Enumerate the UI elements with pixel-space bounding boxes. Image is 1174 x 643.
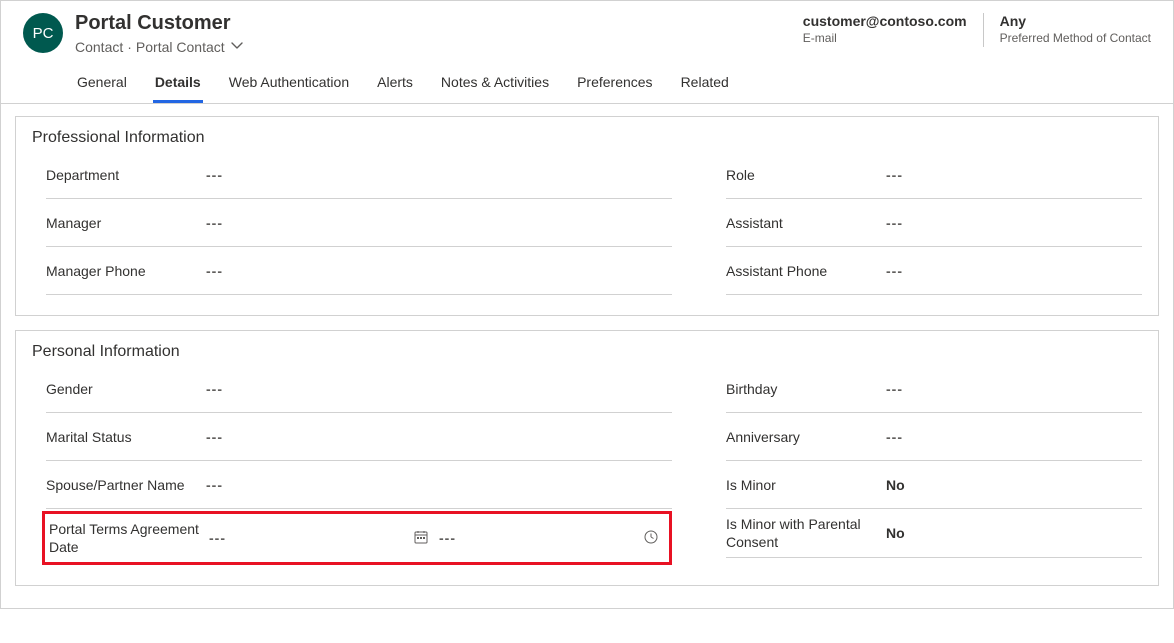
date-part[interactable]: --- [209,529,429,548]
field-anniversary[interactable]: Anniversary --- [726,413,1142,461]
field-is-minor[interactable]: Is Minor No [726,461,1142,509]
header-contact-method-value: Any [1000,13,1151,29]
tab-list: General Details Web Authentication Alert… [75,56,731,103]
clock-icon[interactable] [643,529,659,548]
field-birthday[interactable]: Birthday --- [726,365,1142,413]
field-label: Anniversary [726,428,886,446]
tab-web-authentication[interactable]: Web Authentication [227,70,351,103]
header-email-value: customer@contoso.com [803,13,967,29]
field-value[interactable]: --- [206,167,672,183]
field-value[interactable]: --- [206,215,672,231]
field-gender[interactable]: Gender --- [46,365,672,413]
field-label: Birthday [726,380,886,398]
field-label: Is Minor [726,476,886,494]
field-is-minor-with-parental-consent[interactable]: Is Minor with Parental Consent No [726,509,1142,558]
field-manager-phone[interactable]: Manager Phone --- [46,247,672,295]
field-label: Role [726,166,886,184]
field-manager[interactable]: Manager --- [46,199,672,247]
avatar: PC [23,13,63,53]
field-value[interactable]: --- [886,429,1142,445]
field-value[interactable]: --- [886,381,1142,397]
field-value[interactable]: --- [886,263,1142,279]
form-body: Professional Information Department --- … [1,104,1173,608]
field-label: Assistant [726,214,886,232]
tab-related[interactable]: Related [679,70,731,103]
section-title: Professional Information [32,129,1142,147]
calendar-icon[interactable] [413,529,429,548]
header-contact-method[interactable]: Any Preferred Method of Contact [1000,13,1151,45]
field-label: Spouse/Partner Name [46,476,206,494]
header-email[interactable]: customer@contoso.com E-mail [803,13,967,45]
field-spouse-partner-name[interactable]: Spouse/Partner Name --- [46,461,672,509]
field-label: Gender [46,380,206,398]
tab-notes-activities[interactable]: Notes & Activities [439,70,551,103]
field-value[interactable]: No [886,525,1142,541]
time-value: --- [439,530,456,546]
header-email-label: E-mail [803,31,967,45]
section-personal-information: Personal Information Gender --- Marital … [15,330,1159,586]
tab-details[interactable]: Details [153,70,203,103]
record-title: Portal Customer [75,11,731,35]
field-value[interactable]: --- [206,381,672,397]
field-assistant[interactable]: Assistant --- [726,199,1142,247]
field-marital-status[interactable]: Marital Status --- [46,413,672,461]
header-contact-method-label: Preferred Method of Contact [1000,31,1151,45]
field-value[interactable]: --- [886,167,1142,183]
field-value[interactable]: --- [206,263,672,279]
time-part[interactable]: --- [439,529,659,548]
tab-general[interactable]: General [75,70,129,103]
field-portal-terms-agreement-date[interactable]: Portal Terms Agreement Date --- --- [42,511,672,565]
chevron-down-icon[interactable] [229,37,245,56]
record-header: PC Portal Customer Contact · Portal Cont… [1,1,1173,104]
field-value[interactable]: --- [206,429,672,445]
field-label: Manager Phone [46,262,206,280]
field-label: Is Minor with Parental Consent [726,515,886,551]
field-department[interactable]: Department --- [46,151,672,199]
divider [983,13,984,47]
field-value[interactable]: No [886,477,1142,493]
field-label: Department [46,166,206,184]
field-assistant-phone[interactable]: Assistant Phone --- [726,247,1142,295]
entity-name: Contact [75,39,123,55]
date-value: --- [209,530,226,546]
field-value[interactable]: --- [206,477,672,493]
field-role[interactable]: Role --- [726,151,1142,199]
field-label: Marital Status [46,428,206,446]
record-subtitle[interactable]: Contact · Portal Contact [75,37,731,56]
field-label: Manager [46,214,206,232]
form-name: Portal Contact [136,39,225,55]
field-label: Assistant Phone [726,262,886,280]
section-title: Personal Information [32,343,1142,361]
section-professional-information: Professional Information Department --- … [15,116,1159,316]
field-label: Portal Terms Agreement Date [49,520,209,556]
tab-alerts[interactable]: Alerts [375,70,415,103]
field-value[interactable]: --- [886,215,1142,231]
tab-preferences[interactable]: Preferences [575,70,654,103]
